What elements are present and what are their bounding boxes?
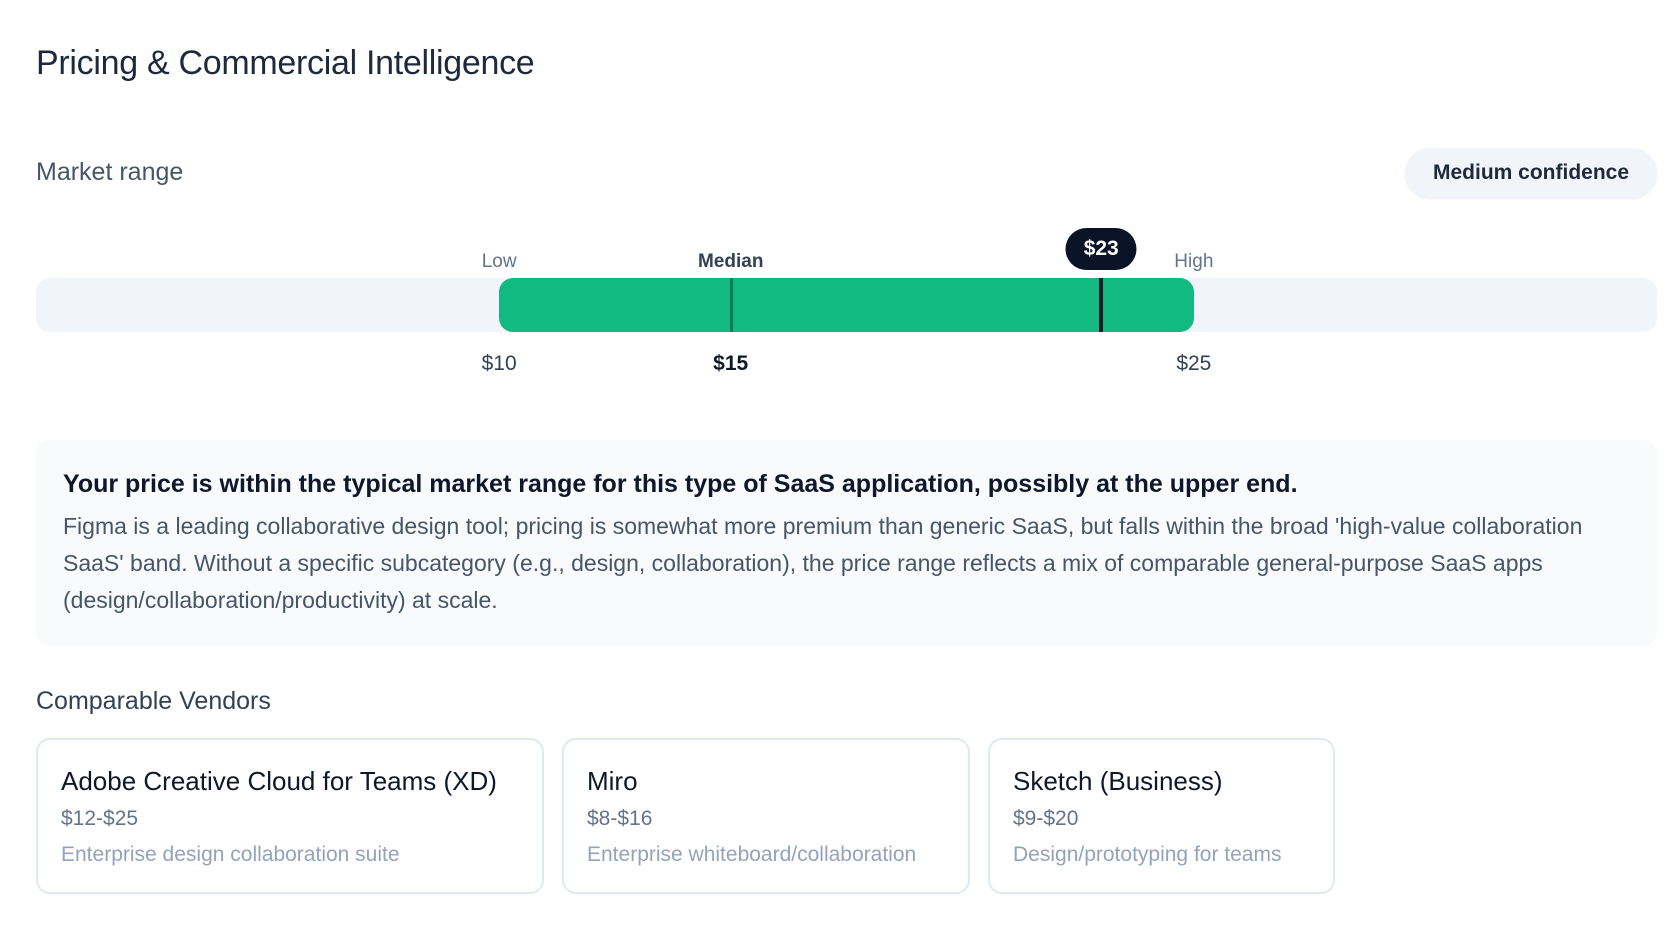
your-price-badge: $23: [1065, 228, 1137, 270]
vendor-price: $12-$25: [61, 807, 139, 830]
median-marker: [729, 278, 733, 332]
vendor-card-adobe[interactable]: Adobe Creative Cloud for Teams (XD) $12-…: [36, 738, 544, 894]
vendor-description: Enterprise whiteboard/collaboration: [587, 843, 917, 866]
median-label: Median: [697, 251, 764, 272]
vendor-name: Miro: [587, 766, 638, 796]
vendor-name: Sketch (Business): [1013, 766, 1223, 796]
vendor-price: $9-$20: [1013, 807, 1079, 830]
analysis-body: Figma is a leading collaborative design …: [63, 513, 1583, 613]
vendor-description: Enterprise design collaboration suite: [61, 843, 400, 866]
vendor-description: Design/prototyping for teams: [1013, 843, 1282, 866]
confidence-badge: Medium confidence: [1405, 148, 1657, 198]
median-value: $15: [713, 352, 749, 375]
analysis-card: Your price is within the typical market …: [36, 440, 1657, 646]
high-label: High: [1174, 251, 1214, 272]
low-value: $10: [481, 352, 517, 375]
comparable-vendors-heading: Comparable Vendors: [36, 687, 271, 715]
market-range-chart: $23 Low Median High $10 $15 $25: [36, 225, 1657, 385]
high-value: $25: [1176, 352, 1212, 375]
vendor-name: Adobe Creative Cloud for Teams (XD): [61, 766, 497, 796]
vendor-price: $8-$16: [587, 807, 653, 830]
typical-range-bar: [499, 278, 1194, 332]
analysis-headline: Your price is within the typical market …: [63, 470, 1298, 498]
your-price-marker: [1099, 278, 1104, 332]
low-label: Low: [481, 251, 517, 272]
vendor-card-sketch[interactable]: Sketch (Business) $9-$20 Design/prototyp…: [988, 738, 1335, 894]
page-title: Pricing & Commercial Intelligence: [36, 44, 535, 82]
vendor-card-miro[interactable]: Miro $8-$16 Enterprise whiteboard/collab…: [562, 738, 970, 894]
market-range-label: Market range: [36, 158, 184, 186]
